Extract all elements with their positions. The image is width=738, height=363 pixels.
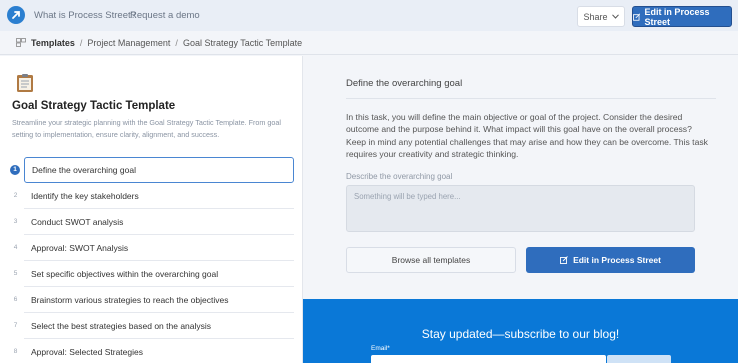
task-item[interactable]: 5 Set specific objectives within the ove…	[0, 261, 303, 287]
field-label: Describe the overarching goal	[346, 172, 453, 181]
task-label[interactable]: Select the best strategies based on the …	[24, 313, 294, 339]
goal-textarea[interactable]: Something will be typed here...	[346, 185, 695, 232]
task-description: In this task, you will define the main o…	[346, 112, 708, 160]
task-item[interactable]: 8 Approval: Selected Strategies	[0, 339, 303, 363]
top-nav: What is Process Street? Request a demo S…	[0, 0, 738, 31]
edit-label: Edit in Process Street	[573, 255, 661, 265]
edit-icon	[633, 12, 641, 21]
task-item[interactable]: 4 Approval: SWOT Analysis	[0, 235, 303, 261]
edit-in-process-street-button[interactable]: Edit in Process Street	[526, 247, 695, 273]
task-number: 2	[13, 192, 18, 199]
subscribe-submit-button[interactable]	[607, 355, 671, 363]
browse-templates-button[interactable]: Browse all templates	[346, 247, 516, 273]
divider	[346, 98, 716, 99]
task-label[interactable]: Approval: SWOT Analysis	[24, 235, 294, 261]
edit-top-label: Edit in Process Street	[644, 6, 710, 27]
task-list: 1 Define the overarching goal 2 Identify…	[0, 157, 303, 363]
task-label[interactable]: Approval: Selected Strategies	[24, 339, 294, 363]
task-label[interactable]: Brainstorm various strategies to reach t…	[24, 287, 294, 313]
email-label: Email*	[371, 345, 390, 352]
task-item[interactable]: 6 Brainstorm various strategies to reach…	[0, 287, 303, 313]
nav-what-is-link[interactable]: What is Process Street?	[34, 10, 136, 21]
process-street-logo-icon[interactable]	[7, 6, 25, 24]
task-number: 7	[13, 322, 18, 329]
breadcrumb-separator: /	[79, 37, 83, 48]
subscribe-title: Stay updated—subscribe to our blog!	[421, 327, 620, 341]
task-heading: Define the overarching goal	[346, 78, 463, 89]
task-number: 4	[13, 244, 18, 251]
breadcrumb-templates-link[interactable]: Templates	[31, 38, 75, 48]
share-button[interactable]: Share	[577, 6, 625, 27]
task-item[interactable]: 3 Conduct SWOT analysis	[0, 209, 303, 235]
task-item[interactable]: 2 Identify the key stakeholders	[0, 183, 303, 209]
template-description: Streamline your strategic planning with …	[12, 118, 281, 139]
edit-in-process-street-top-button[interactable]: Edit in Process Street	[632, 6, 732, 27]
task-number: 6	[13, 296, 18, 303]
task-item[interactable]: 7 Select the best strategies based on th…	[0, 313, 303, 339]
nav-request-demo-link[interactable]: Request a demo	[130, 10, 200, 21]
breadcrumb-project-management-link[interactable]: Project Management	[87, 38, 170, 48]
templates-icon	[16, 38, 26, 47]
breadcrumb-current: Goal Strategy Tactic Template	[182, 37, 303, 48]
edit-icon	[560, 256, 568, 264]
chevron-down-icon	[611, 14, 619, 19]
task-number: 1	[10, 165, 20, 175]
clipboard-icon	[17, 74, 33, 92]
task-label[interactable]: Set specific objectives within the overa…	[24, 261, 294, 287]
browse-label: Browse all templates	[391, 255, 471, 265]
breadcrumb-separator: /	[175, 37, 178, 48]
task-number: 8	[13, 348, 18, 355]
task-label[interactable]: Identify the key stakeholders	[24, 183, 294, 209]
template-title: Goal Strategy Tactic Template	[12, 100, 176, 112]
breadcrumb: Templates / Project Management / Goal St…	[0, 31, 738, 55]
task-number: 5	[13, 270, 18, 277]
task-item[interactable]: 1 Define the overarching goal	[0, 157, 303, 183]
task-label[interactable]: Conduct SWOT analysis	[24, 209, 294, 235]
share-label: Share	[583, 11, 608, 22]
task-number: 3	[13, 218, 18, 225]
task-label[interactable]: Define the overarching goal	[24, 157, 294, 183]
email-input[interactable]	[371, 355, 606, 363]
